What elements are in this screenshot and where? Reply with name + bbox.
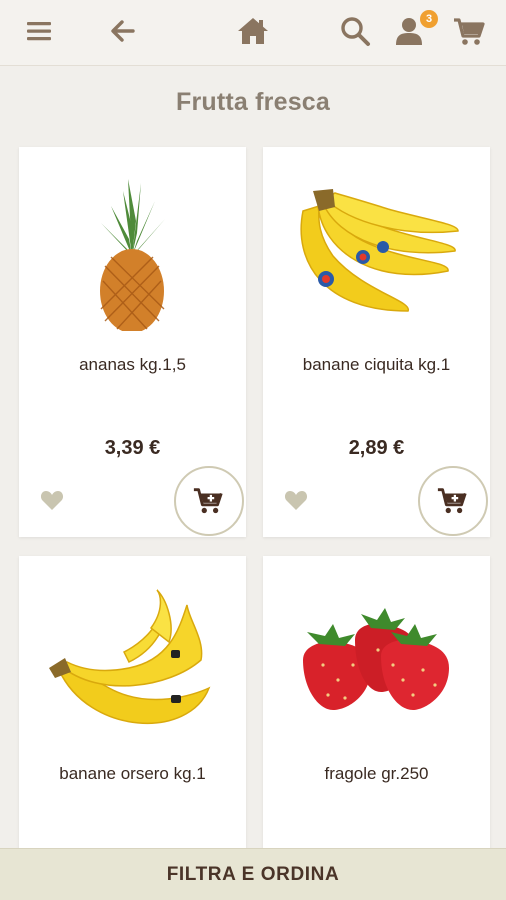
shopping-cart-icon[interactable] bbox=[451, 13, 487, 49]
product-name[interactable]: ananas kg.1,5 bbox=[19, 355, 246, 375]
add-to-cart-button[interactable] bbox=[418, 466, 488, 536]
arrow-left-icon[interactable] bbox=[105, 13, 141, 49]
heart-icon[interactable] bbox=[40, 489, 64, 511]
product-image-strawberries[interactable] bbox=[263, 570, 490, 740]
add-to-cart-icon bbox=[193, 488, 223, 514]
product-image-bananas-orsero[interactable] bbox=[19, 570, 246, 740]
search-icon[interactable] bbox=[337, 13, 373, 49]
home-icon[interactable] bbox=[235, 13, 271, 49]
heart-icon[interactable] bbox=[284, 489, 308, 511]
product-name[interactable]: banane orsero kg.1 bbox=[19, 764, 246, 784]
page-title: Frutta fresca bbox=[175, 88, 331, 116]
add-to-cart-icon bbox=[437, 488, 467, 514]
product-card[interactable]: banane ciquita kg.1 2,89 € bbox=[263, 147, 490, 537]
product-image-pineapple[interactable] bbox=[19, 161, 246, 333]
product-name[interactable]: fragole gr.250 bbox=[263, 764, 490, 784]
filter-sort-button[interactable]: FILTRA E ORDINA bbox=[0, 848, 506, 900]
hamburger-menu-icon[interactable] bbox=[21, 13, 57, 49]
add-to-cart-button[interactable] bbox=[174, 466, 244, 536]
product-price: 2,89 € bbox=[348, 437, 405, 459]
product-price: 3,39 € bbox=[104, 437, 161, 459]
product-card[interactable]: ananas kg.1,5 3,39 € bbox=[19, 147, 246, 537]
top-navigation-bar: 3 bbox=[0, 0, 506, 66]
product-name[interactable]: banane ciquita kg.1 bbox=[263, 355, 490, 375]
user-notification-badge: 3 bbox=[420, 10, 438, 28]
product-card[interactable]: banane orsero kg.1 bbox=[19, 556, 246, 856]
product-card[interactable]: fragole gr.250 bbox=[263, 556, 490, 856]
product-image-bananas-chiquita[interactable] bbox=[263, 161, 490, 331]
